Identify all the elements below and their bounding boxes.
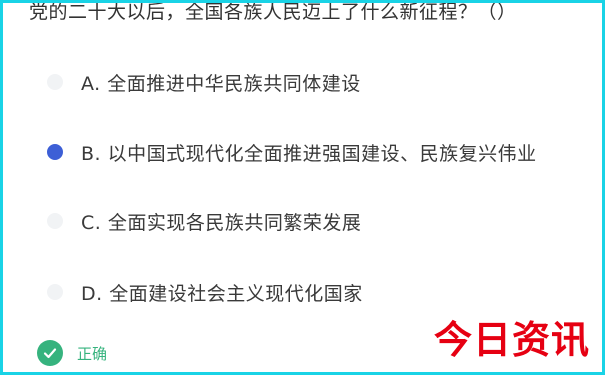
question-text: 党的二十大以后，全国各族人民迈上了什么新征程？（）: [29, 1, 517, 23]
screenshot-frame: 党的二十大以后，全国各族人民迈上了什么新征程？（） A. 全面推进中华民族共同体…: [0, 0, 605, 375]
option-b[interactable]: B. 以中国式现代化全面推进强国建设、民族复兴伟业: [47, 135, 587, 169]
option-c[interactable]: C. 全面实现各民族共同繁荣发展: [47, 204, 587, 238]
check-circle-icon: [37, 340, 63, 366]
radio-button-b[interactable]: [47, 144, 63, 160]
option-b-label: B. 以中国式现代化全面推进强国建设、民族复兴伟业: [81, 142, 537, 165]
radio-button-a[interactable]: [47, 74, 63, 90]
option-a-label: A. 全面推进中华民族共同体建设: [81, 72, 361, 95]
option-a[interactable]: A. 全面推进中华民族共同体建设: [47, 65, 587, 99]
watermark-logo: 今日资讯: [433, 318, 590, 362]
result-label: 正确: [77, 344, 108, 363]
radio-button-c[interactable]: [47, 213, 63, 229]
option-d-label: D. 全面建设社会主义现代化国家: [81, 282, 363, 305]
option-c-label: C. 全面实现各民族共同繁荣发展: [81, 211, 362, 234]
option-d[interactable]: D. 全面建设社会主义现代化国家: [47, 275, 587, 309]
answer-result: 正确: [37, 340, 107, 366]
radio-button-d[interactable]: [47, 284, 63, 300]
